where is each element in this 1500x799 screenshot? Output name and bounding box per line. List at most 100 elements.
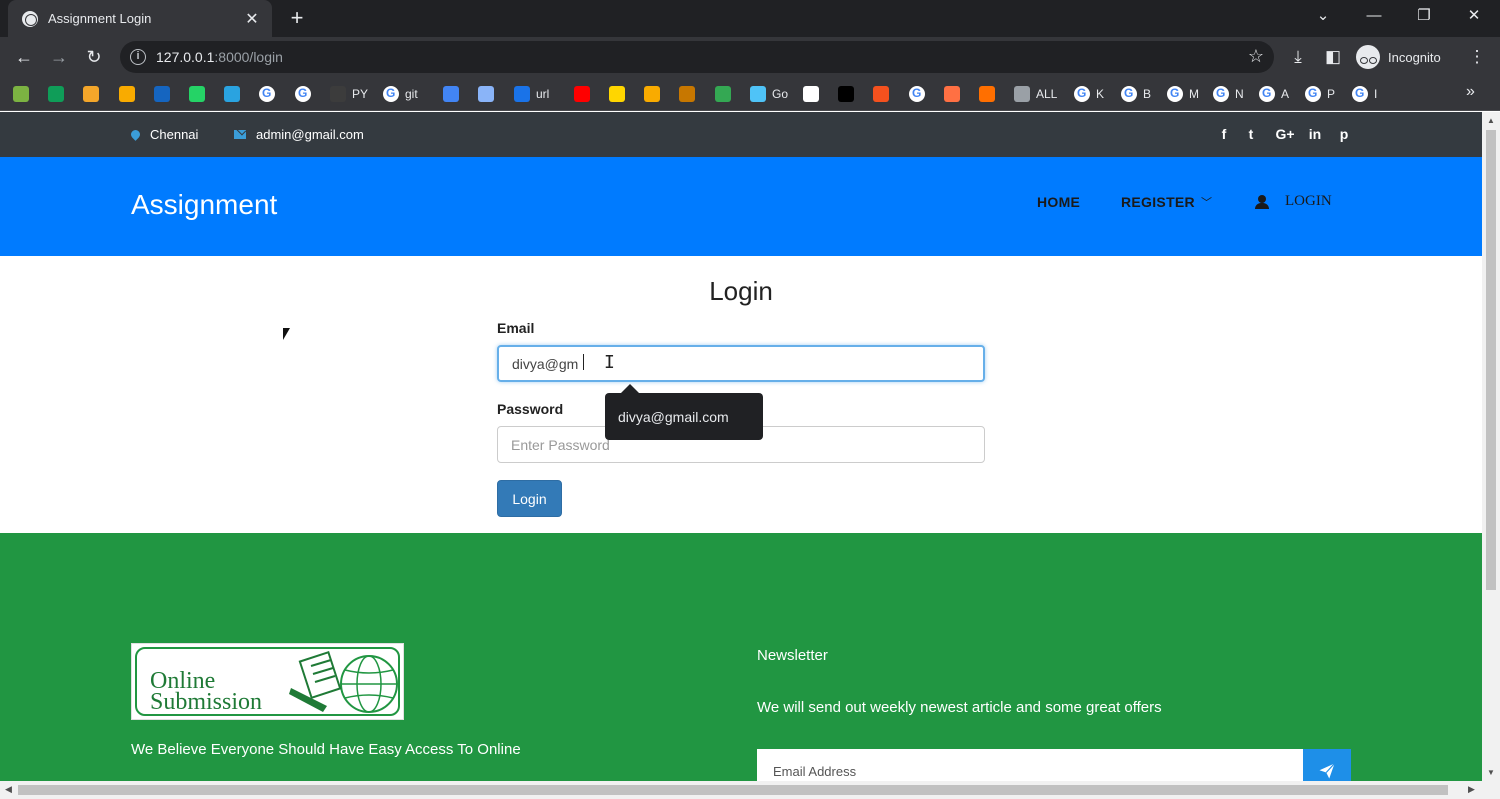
bookmark-item[interactable] [944, 85, 960, 103]
bookmark-favicon-icon [1352, 86, 1368, 102]
bookmark-item[interactable] [979, 85, 995, 103]
bookmark-item[interactable] [838, 85, 854, 103]
bookmark-item[interactable]: ALL [1014, 85, 1057, 103]
bookmark-item[interactable]: PY [330, 85, 368, 103]
url-text: 127.0.0.1:8000/login [156, 49, 283, 65]
vertical-scrollbar[interactable]: ▲ ▼ [1482, 112, 1500, 781]
site-info-icon[interactable]: i [130, 49, 146, 65]
bookmark-item[interactable] [83, 85, 99, 103]
bookmark-favicon-icon [259, 86, 275, 102]
bookmark-item[interactable] [478, 85, 494, 103]
tab-close-icon[interactable]: ✕ [242, 9, 262, 29]
bookmark-item[interactable] [189, 85, 205, 103]
nav-home[interactable]: HOME [1037, 194, 1080, 210]
bookmark-item[interactable]: url [514, 85, 549, 103]
bookmark-item[interactable] [609, 85, 625, 103]
newsletter-email-input[interactable] [757, 749, 1303, 781]
password-label: Password [497, 401, 564, 417]
bookmark-item[interactable]: N [1213, 85, 1244, 103]
bookmark-item[interactable] [154, 85, 170, 103]
bookmark-item[interactable]: I [1352, 85, 1377, 103]
bookmark-label: Go [772, 87, 789, 101]
bookmark-favicon-icon [873, 86, 889, 102]
twitter-icon[interactable]: t [1240, 125, 1262, 143]
text-caret [583, 354, 584, 370]
bookmark-favicon-icon [1121, 86, 1137, 102]
menu-icon[interactable]: ⋮ [1465, 45, 1489, 69]
bookmark-item[interactable] [803, 85, 819, 103]
bookmark-item[interactable] [715, 85, 731, 103]
user-icon [1255, 194, 1269, 209]
bookmark-favicon-icon [909, 86, 925, 102]
site-footer: Online Submission We Believe Everyone Sh… [0, 533, 1482, 781]
bookmark-item[interactable] [443, 85, 459, 103]
login-button[interactable]: Login [497, 480, 562, 517]
email-field[interactable] [497, 345, 985, 382]
reload-icon[interactable]: ↻ [82, 45, 106, 69]
bookmark-item[interactable] [48, 85, 64, 103]
bookmark-item[interactable] [295, 85, 311, 103]
bookmark-item[interactable] [679, 85, 695, 103]
tab-search-icon[interactable]: ⌄ [1311, 6, 1335, 26]
vertical-scroll-thumb[interactable] [1486, 130, 1496, 590]
download-icon[interactable]: ⤓ [1286, 45, 1310, 69]
bookmark-favicon-icon [189, 86, 205, 102]
bookmark-favicon-icon [83, 86, 99, 102]
nav-login[interactable]: LOGIN [1255, 193, 1332, 210]
site-brand[interactable]: Assignment [131, 189, 277, 221]
bookmark-item[interactable]: M [1167, 85, 1199, 103]
bookmark-item[interactable] [873, 85, 889, 103]
window-close-icon[interactable]: ✕ [1462, 6, 1486, 26]
scroll-down-icon[interactable]: ▼ [1487, 768, 1495, 777]
bookmark-favicon-icon [13, 86, 29, 102]
bookmark-item[interactable] [224, 85, 240, 103]
restore-icon[interactable]: ❐ [1412, 6, 1436, 26]
bookmark-item[interactable] [13, 85, 29, 103]
bookmark-favicon-icon [750, 86, 766, 102]
bookmark-favicon-icon [1213, 86, 1229, 102]
pinterest-icon[interactable]: p [1333, 125, 1355, 143]
bookmark-star-icon[interactable]: ☆ [1248, 46, 1264, 67]
minimize-icon[interactable]: — [1362, 6, 1386, 26]
nav-register[interactable]: REGISTER ﹀ [1121, 194, 1212, 210]
new-tab-button[interactable]: + [286, 6, 308, 30]
bookmark-item[interactable] [909, 85, 925, 103]
bookmark-item[interactable] [259, 85, 275, 103]
bookmark-item[interactable] [574, 85, 590, 103]
back-icon[interactable]: ← [12, 45, 36, 69]
side-panel-icon[interactable]: ◧ [1321, 45, 1345, 69]
horizontal-scroll-thumb[interactable] [18, 785, 1448, 795]
horizontal-scrollbar[interactable]: ◀ ▶ [0, 781, 1500, 799]
scroll-right-icon[interactable]: ▶ [1468, 784, 1475, 795]
bookmark-item[interactable]: P [1305, 85, 1335, 103]
bookmarks-bar: PY git url Go ALL K B M N A P I [0, 77, 1500, 111]
bookmark-item[interactable]: K [1074, 85, 1104, 103]
bookmark-favicon-icon [1074, 86, 1090, 102]
bookmark-favicon-icon [1305, 86, 1321, 102]
bookmark-item[interactable]: Go [750, 85, 788, 103]
forward-icon[interactable]: → [47, 45, 71, 69]
login-form: Login Email I Password Login divya@gmail… [0, 256, 1482, 533]
scroll-up-icon[interactable]: ▲ [1487, 116, 1495, 125]
browser-toolbar: ← → ↻ i 127.0.0.1:8000/login ☆ ⤓ ◧ ⋮ [0, 37, 1500, 77]
bookmark-favicon-icon [154, 86, 170, 102]
mouse-pointer-icon [283, 328, 290, 340]
autofill-suggestion[interactable]: divya@gmail.com [605, 384, 763, 440]
bookmark-item[interactable] [119, 85, 135, 103]
bookmarks-overflow-icon[interactable]: » [1466, 83, 1475, 101]
scroll-left-icon[interactable]: ◀ [5, 784, 12, 795]
newsletter-send-button[interactable] [1303, 749, 1351, 781]
bookmark-item[interactable] [644, 85, 660, 103]
browser-tab[interactable]: Assignment Login ✕ [8, 0, 272, 37]
map-pin-icon [129, 128, 142, 141]
incognito-indicator[interactable]: Incognito [1356, 44, 1441, 70]
bookmark-item[interactable]: git [383, 85, 418, 103]
bookmark-item[interactable]: A [1259, 85, 1289, 103]
linkedin-icon[interactable]: in [1304, 125, 1326, 143]
bookmark-favicon-icon [838, 86, 854, 102]
facebook-icon[interactable]: f [1213, 125, 1235, 143]
bookmark-favicon-icon [330, 86, 346, 102]
address-bar[interactable]: i 127.0.0.1:8000/login ☆ [120, 41, 1274, 73]
bookmark-item[interactable]: B [1121, 85, 1151, 103]
google-plus-icon[interactable]: G+ [1272, 125, 1298, 143]
